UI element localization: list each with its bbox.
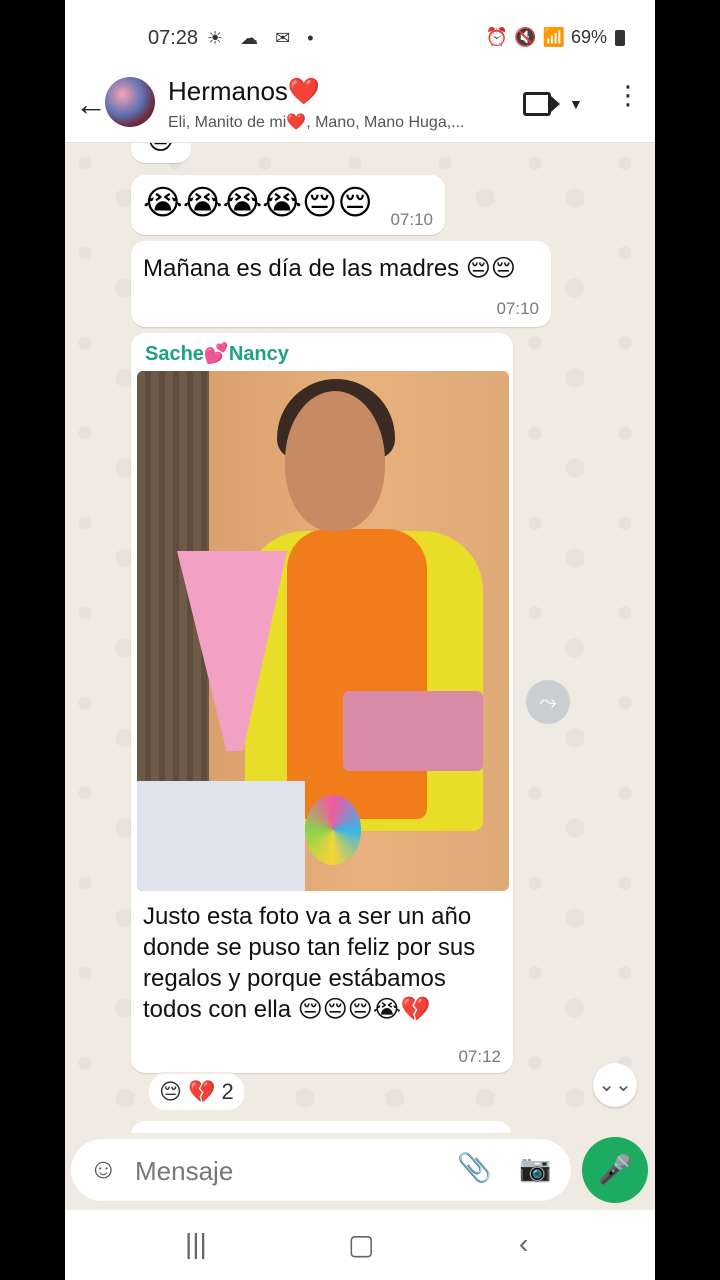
system-nav-bar: ||| ▢ ‹: [65, 1210, 655, 1280]
alarm-icon: ⏰: [485, 27, 509, 47]
mic-button[interactable]: 🎤: [582, 1137, 648, 1203]
sender-name[interactable]: Sache💕Nancy: [145, 341, 289, 366]
back-arrow-icon[interactable]: ←: [75, 86, 107, 123]
message-time: 07:10: [496, 299, 539, 318]
chat-messages[interactable]: 😔 😭😭😭😭😔😔 07:10 Mañana es día de las madr…: [65, 143, 655, 1133]
scroll-down-icon[interactable]: ⌄⌄: [593, 1063, 637, 1107]
message-bubble[interactable]: 😭😭😭😭😔😔 07:10: [131, 175, 445, 235]
group-members[interactable]: Eli, Manito de mi❤️, Mano, Mano Huga,...: [168, 112, 465, 132]
wifi-icon: 📶: [542, 27, 565, 47]
video-call-button[interactable]: ▼: [523, 92, 583, 116]
nav-back-icon[interactable]: ‹: [519, 1228, 528, 1260]
reaction-emojis: 😔 💔: [159, 1079, 216, 1104]
home-icon[interactable]: ▢: [348, 1228, 374, 1261]
group-title[interactable]: Hermanos❤️: [168, 76, 320, 107]
message-emojis: 😭😭😭😭😔😔: [143, 184, 373, 222]
reaction-count: 2: [221, 1079, 234, 1104]
message-input-bar: ☺ Mensaje 📎 📷 🎤: [65, 1133, 655, 1213]
system-icons: ⏰ 🔇 📶 69%: [486, 27, 625, 48]
message-reactions[interactable]: 😔 💔 2: [147, 1072, 246, 1112]
video-camera-icon: [523, 92, 560, 116]
recent-apps-icon[interactable]: |||: [185, 1228, 207, 1260]
next-message-peek: [131, 1121, 511, 1133]
message-bubble[interactable]: Mañana es día de las madres 😔😔 07:10: [131, 241, 551, 327]
attach-icon[interactable]: 📎: [457, 1151, 492, 1184]
message-time: 07:12: [458, 1047, 501, 1066]
notification-icons: ☀ ☁ ✉ •: [207, 28, 320, 48]
message-input[interactable]: ☺ Mensaje 📎 📷: [71, 1139, 571, 1201]
battery-percent: 69%: [570, 27, 607, 47]
camera-icon[interactable]: 📷: [519, 1153, 551, 1184]
chat-header: ← Hermanos❤️ Eli, Manito de mi❤️, Mano, …: [65, 76, 655, 143]
forward-icon[interactable]: ⤳: [526, 680, 570, 724]
photo-message-bubble[interactable]: Sache💕Nancy Justo esta foto va a ser un …: [131, 333, 513, 1073]
message-time: 07:10: [390, 210, 433, 229]
peek-bubble: 😔: [131, 143, 191, 163]
shared-photo[interactable]: [137, 371, 509, 891]
status-time: 07:28: [148, 27, 199, 49]
message-text: Mañana es día de las madres 😔😔: [143, 255, 516, 282]
phone-screen: 07:28 ☀ ☁ ✉ • ⏰ 🔇 📶 69% ← Hermanos❤️ Eli…: [65, 0, 655, 1280]
peek-emoji: 😔: [147, 143, 174, 156]
sticker-icon[interactable]: ☺: [89, 1153, 118, 1185]
mic-icon: 🎤: [597, 1154, 633, 1185]
group-avatar[interactable]: [105, 77, 155, 127]
message-text: Justo esta foto va a ser un año donde se…: [143, 903, 476, 1023]
message-placeholder[interactable]: Mensaje: [135, 1156, 233, 1187]
status-bar: 07:28 ☀ ☁ ✉ • ⏰ 🔇 📶 69%: [65, 0, 655, 76]
battery-icon: [615, 29, 625, 46]
dropdown-caret-icon: ▼: [569, 96, 583, 112]
overflow-menu-icon[interactable]: ⋮: [615, 82, 641, 108]
mute-icon: 🔇: [514, 27, 537, 47]
